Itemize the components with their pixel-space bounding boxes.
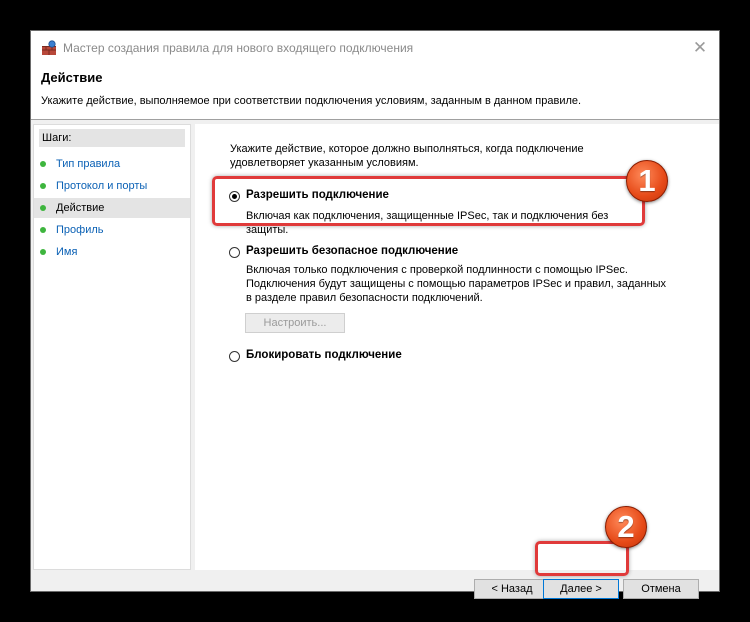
option-allow-secure-label[interactable]: Разрешить безопасное подключение (246, 245, 458, 257)
step-badge-2: 2 (605, 506, 647, 548)
sidebar-item-label: Имя (56, 246, 78, 258)
green-dot-icon (40, 205, 46, 211)
sidebar-item-action[interactable]: Действие (34, 198, 190, 218)
window-title: Мастер создания правила для нового входя… (63, 41, 414, 55)
green-dot-icon (40, 161, 46, 167)
action-intro-text: Укажите действие, которое должно выполня… (230, 143, 584, 169)
green-dot-icon (40, 227, 46, 233)
radio-allow-secure-connection[interactable] (229, 247, 240, 258)
sidebar-item-label: Действие (56, 202, 105, 214)
sidebar-item-label: Протокол и порты (56, 180, 148, 192)
close-icon[interactable]: ✕ (689, 37, 711, 59)
radio-block-connection[interactable] (229, 351, 240, 362)
configure-button[interactable]: Настроить... (245, 313, 345, 333)
option-block-label[interactable]: Блокировать подключение (246, 349, 402, 361)
next-button[interactable]: Далее > (543, 579, 619, 599)
sidebar-item-profile[interactable]: Профиль (34, 220, 190, 240)
firewall-shield-icon (41, 40, 57, 56)
steps-sidebar: Шаги: Тип правила Протокол и порты Дейст… (33, 124, 191, 570)
page-subtitle: Укажите действие, выполняемое при соотве… (41, 95, 582, 107)
sidebar-item-label: Тип правила (56, 158, 121, 170)
sidebar-item-protocol-ports[interactable]: Протокол и порты (34, 176, 190, 196)
option-allow-secure-description: Включая только подключения с проверкой п… (246, 264, 667, 304)
highlight-allow-connection (212, 176, 645, 226)
page-title: Действие (41, 70, 103, 85)
green-dot-icon (40, 183, 46, 189)
cancel-button[interactable]: Отмена (623, 579, 699, 599)
sidebar-item-rule-type[interactable]: Тип правила (34, 154, 190, 174)
steps-title: Шаги: (39, 129, 185, 147)
sidebar-item-label: Профиль (56, 224, 104, 236)
highlight-next-button (535, 541, 629, 576)
sidebar-item-name[interactable]: Имя (34, 242, 190, 262)
green-dot-icon (40, 249, 46, 255)
title-bar: Мастер создания правила для нового входя… (31, 31, 719, 65)
back-button[interactable]: < Назад (474, 579, 550, 599)
step-badge-1: 1 (626, 160, 668, 202)
